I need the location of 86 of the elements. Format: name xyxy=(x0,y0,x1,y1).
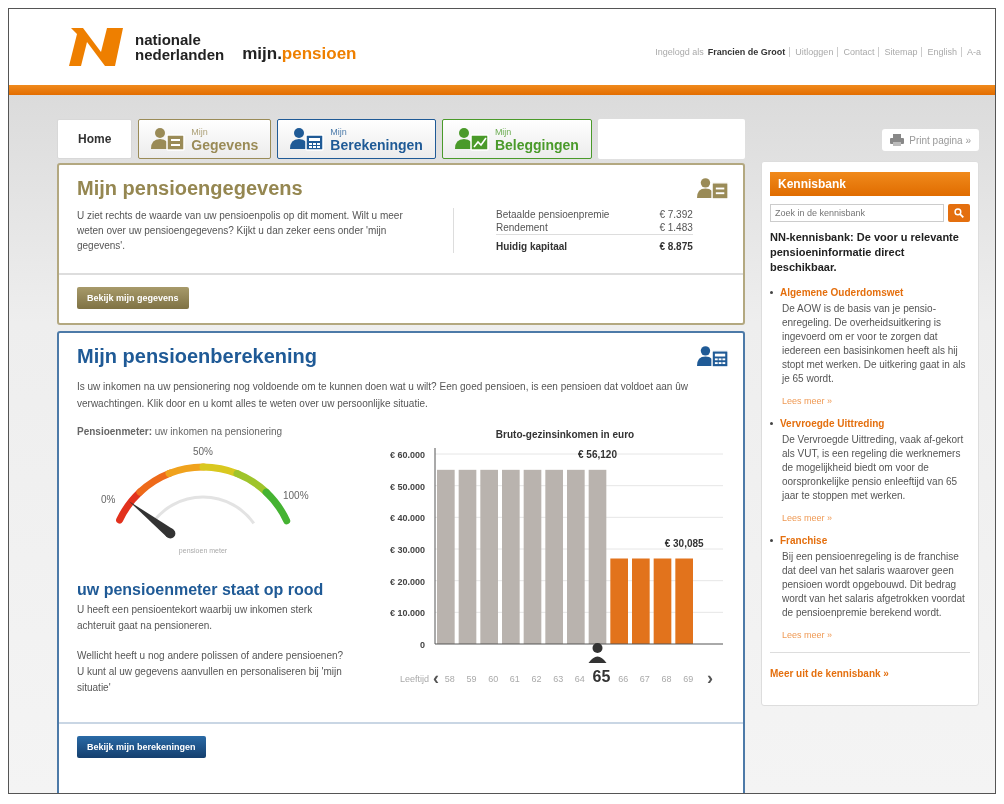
y-tick-label: € 10.000 xyxy=(389,608,425,619)
bullet-icon xyxy=(770,291,773,294)
x-tick-label: 60 xyxy=(488,674,499,684)
x-tick-label: 59 xyxy=(466,674,477,684)
nav-tab[interactable]: Mijn Beleggingen xyxy=(441,119,592,159)
person-chart-icon xyxy=(454,127,489,151)
x-tick-label: 64 xyxy=(574,674,585,684)
status-heading: uw pensioenmeter staat op rood xyxy=(77,581,325,599)
header-link[interactable]: Contact xyxy=(837,47,875,57)
chart-title: Bruto-gezinsinkomen in euro xyxy=(495,429,635,440)
next-arrow[interactable]: › xyxy=(707,668,713,688)
x-tick-label: 65 xyxy=(592,668,611,685)
y-tick-label: € 40.000 xyxy=(389,513,425,524)
card-title: Mijn pensioengegevens xyxy=(77,177,303,200)
brand-name: nationale xyxy=(135,32,202,47)
header-link[interactable]: Uitloggen xyxy=(789,47,834,57)
nav-tab[interactable]: Home xyxy=(57,119,133,159)
y-tick-label: € 50.000 xyxy=(389,481,425,492)
stat-label: Betaalde pensioenpremie xyxy=(496,208,610,221)
previous-arrow[interactable]: ‹ xyxy=(433,668,439,688)
user-name: Francien de Groot xyxy=(707,47,786,57)
x-tick-label: 66 xyxy=(618,674,629,684)
status-text: U heeft een pensioentekort waarbij uw inkomen sterk achteruit gaat na pensioneren. xyxy=(77,603,314,633)
nav-tab[interactable]: Mijn Gegevens xyxy=(138,119,272,159)
gauge-label: 0% xyxy=(101,494,116,505)
product-name-end: pensioen xyxy=(281,44,357,63)
header-link[interactable]: Sitemap xyxy=(878,47,918,57)
article-text: De AOW is de basis van je pensio-enregeling. De overheidsuitkering is ingevoerd om er voor te zorgen dat iedereen een basisinkomen heeft als hij stopt met werken. De uitkering gaat in als je 65 wordt. xyxy=(782,302,967,386)
bullet-icon xyxy=(770,539,773,542)
stat-label: Rendement xyxy=(496,221,610,235)
y-tick-label: € 30.000 xyxy=(389,545,425,555)
x-tick-label: 67 xyxy=(639,674,650,684)
search-field[interactable]: Zoek in de kennisbank xyxy=(770,204,944,222)
card-title: Mijn pensioenberekening xyxy=(77,345,318,368)
x-axis-label: Leeftijd xyxy=(399,674,429,684)
x-tick-label: 63 xyxy=(553,674,564,684)
info-text: Wellicht heeft u nog andere polissen of andere pensioenen? U kunt al uw gegevens aanvullen en personaliseren bij 'mijn situatie' xyxy=(77,649,345,695)
search-button[interactable] xyxy=(948,204,970,222)
value-annotation: € 56,120 xyxy=(578,449,617,460)
person-card-icon xyxy=(151,127,186,151)
gauge-label: 50% xyxy=(193,446,213,457)
nav-tab[interactable]: Mijn Berekeningen xyxy=(277,119,436,159)
brand-name: nederlanden xyxy=(135,47,225,62)
panel-intro: NN-kennisbank: De voor u relevante pensioeninformatie direct beschikbaar. xyxy=(770,230,960,275)
product-name-start: mijn. xyxy=(242,44,282,63)
person-icon xyxy=(588,643,607,663)
article-link[interactable]: Algemene Ouderdomswet xyxy=(780,287,904,298)
person-calculator-icon xyxy=(290,127,325,151)
article-text: De Vervroegde Uittreding, vaak af-gekort als VUT, is een regeling die werknemers de mogelijkheid biedt om voor de oorspronkelijke pensio enleeftijd van 65 jaar te stoppen met werken. xyxy=(782,433,965,503)
header-link[interactable]: English xyxy=(921,47,957,57)
search-icon xyxy=(954,207,964,219)
read-more-link[interactable]: Lees meer » xyxy=(782,630,833,640)
gauge-needle xyxy=(129,501,176,539)
stat-value: € 1.483 xyxy=(609,221,693,235)
stat-value: € 7.392 xyxy=(609,208,693,221)
person-card-icon xyxy=(697,177,729,200)
y-tick-label: € 20.000 xyxy=(389,576,425,587)
logged-in-label: Ingelogd als xyxy=(655,47,704,57)
meter-caption: Pensioenmeter: uw inkomen na pensionering xyxy=(77,426,284,437)
x-tick-label: 61 xyxy=(509,674,520,684)
stat-label: Huidig kapitaal xyxy=(496,234,610,253)
stat-value: € 8.875 xyxy=(609,234,693,253)
x-tick-label: 68 xyxy=(661,674,672,684)
gauge-label: 100% xyxy=(283,490,309,501)
read-more-link[interactable]: Lees meer » xyxy=(782,396,833,406)
y-tick-label: 0 xyxy=(420,640,425,650)
read-more-link[interactable]: Lees meer » xyxy=(782,513,833,523)
card-text: U ziet rechts de waarde van uw pensioenpolis op dit moment. Wilt u meer weten over uw pensioengegevens? Kijkt u dan zeker eens onder 'mijn gegevens'. xyxy=(77,209,404,253)
x-tick-label: 69 xyxy=(683,674,694,684)
y-tick-label: € 60.000 xyxy=(389,450,425,460)
view-calculations-button[interactable]: Bekijk mijn berekeningen xyxy=(77,736,206,758)
value-annotation: € 30,085 xyxy=(664,537,704,549)
header-link[interactable]: A-a xyxy=(961,47,981,57)
article-link[interactable]: Franchise xyxy=(780,535,828,546)
x-tick-label: 62 xyxy=(531,674,542,684)
article-link[interactable]: Vervroegde Uittreding xyxy=(780,418,885,429)
panel-header: Kennisbank xyxy=(770,172,970,196)
more-link[interactable]: Meer uit de kennisbank » xyxy=(770,668,889,679)
bullet-icon xyxy=(770,422,773,425)
printer-icon xyxy=(890,134,905,146)
person-calculator-icon xyxy=(697,345,729,368)
article-text: Bij een pensioenregeling is de franchise dat deel van het salaris waarover geen pensioen wordt opgebouwd. Dit bedrag wordt van het salaris afgetrokken voordat de pensioenpremie berekend wordt. xyxy=(782,550,966,620)
view-data-button[interactable]: Bekijk mijn gegevens xyxy=(77,287,189,309)
print-button[interactable]: Print pagina » xyxy=(882,129,979,151)
x-tick-label: 58 xyxy=(444,674,455,684)
card-text: Is uw inkomen na uw pensionering nog voldoende om te kunnen doen wat u wilt? Een goed pensioen, is een pensioen dat voldoet aan ûw verwachtingen. Klik door en u komt alles te weten over uw persoonlijke situatie. xyxy=(77,380,689,411)
